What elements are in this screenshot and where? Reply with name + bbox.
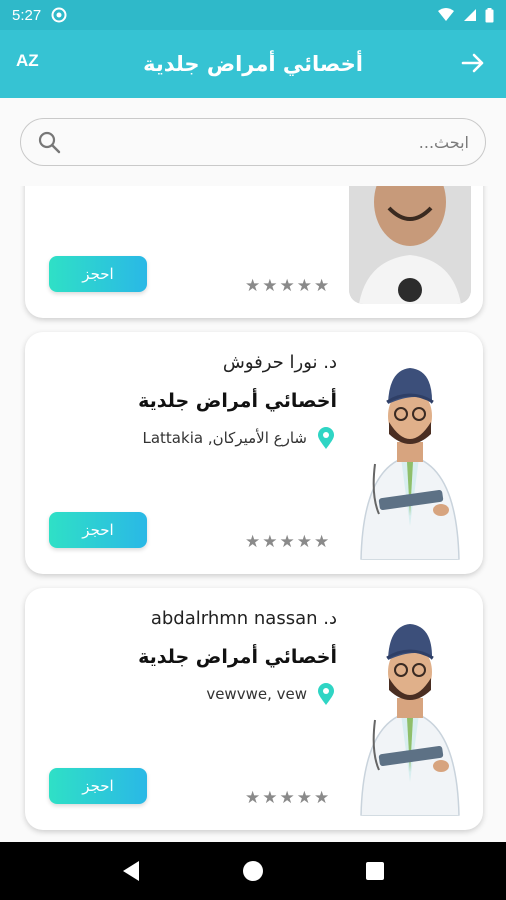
star-icon: ★: [262, 532, 278, 552]
notification-icon: [51, 7, 67, 23]
app-bar: AZ أخصائي أمراض جلدية: [0, 30, 506, 98]
star-icon: ★: [279, 276, 295, 296]
doctor-card[interactable]: احجز ★ ★ ★ ★ ★: [25, 186, 483, 318]
nav-recents-button[interactable]: [363, 859, 387, 883]
search-box[interactable]: ابحث...: [20, 118, 486, 166]
arrow-right-icon[interactable]: [460, 50, 486, 76]
system-nav-bar: [0, 842, 506, 900]
rating-stars: ★ ★ ★ ★ ★: [245, 276, 329, 296]
status-time: 5:27: [12, 6, 42, 24]
star-icon: ★: [262, 276, 278, 296]
nav-home-button[interactable]: [241, 859, 265, 883]
star-icon: ★: [314, 788, 330, 808]
rating-stars: ★ ★ ★ ★ ★: [245, 788, 329, 808]
star-icon: ★: [245, 788, 261, 808]
search-input[interactable]: ابحث...: [419, 133, 469, 152]
doctor-location: vewvwe, vew: [206, 682, 337, 706]
book-button[interactable]: احجز: [49, 256, 147, 292]
location-pin-icon: [318, 683, 334, 705]
sort-az-button[interactable]: AZ: [16, 52, 39, 69]
doctor-photo: [349, 186, 471, 304]
search-icon[interactable]: [37, 130, 61, 154]
star-icon: ★: [314, 532, 330, 552]
star-icon: ★: [314, 276, 330, 296]
location-pin-icon: [318, 427, 334, 449]
doctor-specialty: أخصائي أمراض جلدية: [138, 390, 337, 412]
star-icon: ★: [279, 788, 295, 808]
location-text: شارع الأميركان, Lattakia: [142, 429, 308, 447]
back-triangle-icon: [123, 861, 139, 881]
wifi-icon: [438, 8, 454, 21]
book-button[interactable]: احجز: [49, 768, 147, 804]
page-title: أخصائي أمراض جلدية: [143, 52, 363, 76]
signal-icon: [464, 9, 476, 21]
doctor-card[interactable]: د. نورا حرفوش أخصائي أمراض جلدية شارع ال…: [25, 332, 483, 574]
star-icon: ★: [279, 532, 295, 552]
star-icon: ★: [296, 532, 312, 552]
rating-stars: ★ ★ ★ ★ ★: [245, 532, 329, 552]
doctor-avatar: [349, 346, 471, 560]
star-icon: ★: [296, 276, 312, 296]
star-icon: ★: [296, 788, 312, 808]
recents-square-icon: [366, 862, 384, 880]
nav-back-button[interactable]: [119, 859, 143, 883]
status-bar: 5:27: [0, 0, 506, 30]
star-icon: ★: [262, 788, 278, 808]
doctor-list[interactable]: احجز ★ ★ ★ ★ ★ د. نورا حرفوش أخصائي أمرا…: [0, 186, 506, 842]
doctor-card[interactable]: د. abdalrhmn nassan أخصائي أمراض جلدية v…: [25, 588, 483, 830]
battery-icon: [485, 7, 494, 22]
home-circle-icon: [243, 861, 263, 881]
book-button[interactable]: احجز: [49, 512, 147, 548]
doctor-avatar: [349, 602, 471, 816]
doctor-specialty: أخصائي أمراض جلدية: [138, 646, 337, 668]
doctor-name: د. abdalrhmn nassan: [150, 608, 337, 629]
doctor-name: د. نورا حرفوش: [222, 352, 337, 373]
doctor-location: شارع الأميركان, Lattakia: [143, 426, 338, 450]
star-icon: ★: [245, 532, 261, 552]
location-text: vewvwe, vew: [206, 685, 307, 703]
star-icon: ★: [245, 276, 261, 296]
